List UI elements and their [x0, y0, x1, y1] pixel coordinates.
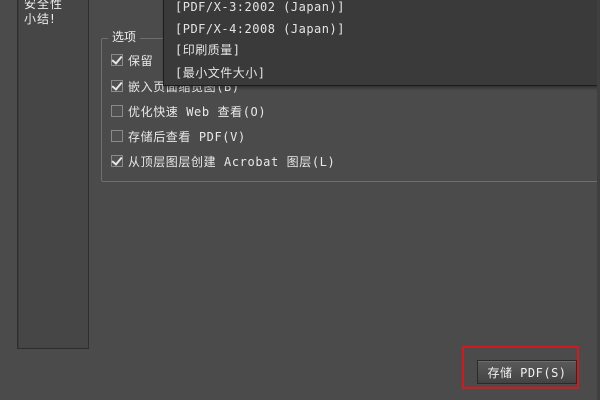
option-optimize-fast-web-view[interactable]: 优化快速 Web 查看(O) [111, 102, 266, 120]
save-pdf-button[interactable]: 存储 PDF(S) [477, 360, 577, 384]
category-item-summary[interactable]: 小结! [24, 12, 56, 26]
checkbox-checked[interactable] [111, 155, 123, 167]
option-label: 优化快速 Web 查看(O) [128, 104, 267, 119]
checkbox-checked[interactable] [111, 54, 123, 66]
category-item-label: 安全性 [24, 0, 64, 11]
option-label: 保留 [128, 53, 154, 68]
dropdown-item-smallest-file-size[interactable]: [最小文件大小] [175, 66, 265, 80]
checkbox-unchecked[interactable] [111, 105, 123, 117]
option-create-acrobat-layers[interactable]: 从顶层图层创建 Acrobat 图层(L) [111, 152, 335, 170]
checkbox-unchecked[interactable] [111, 130, 123, 142]
option-preserve-editing[interactable]: 保留 [111, 51, 153, 69]
preset-dropdown-list: [PDF/X-3:2002 (Japan)] [PDF/X-4:2008 (Ja… [163, 0, 600, 86]
dropdown-item-print-quality[interactable]: [印刷质量] [175, 43, 240, 57]
category-item-label: 小结! [24, 12, 56, 26]
dropdown-item-pdfx3-japan[interactable]: [PDF/X-3:2002 (Japan)] [175, 0, 345, 14]
category-item-security[interactable]: 安全性 [24, 0, 63, 11]
option-label: 从顶层图层创建 Acrobat 图层(L) [128, 154, 336, 169]
category-list-panel: 安全性 小结! [17, 0, 89, 349]
checkbox-checked[interactable] [111, 80, 123, 92]
option-view-pdf-after-saving[interactable]: 存储后查看 PDF(V) [111, 127, 246, 145]
option-label: 存储后查看 PDF(V) [128, 129, 246, 144]
dropdown-item-pdfx4-japan[interactable]: [PDF/X-4:2008 (Japan)] [175, 22, 345, 36]
options-group-legend: 选项 [108, 29, 141, 45]
